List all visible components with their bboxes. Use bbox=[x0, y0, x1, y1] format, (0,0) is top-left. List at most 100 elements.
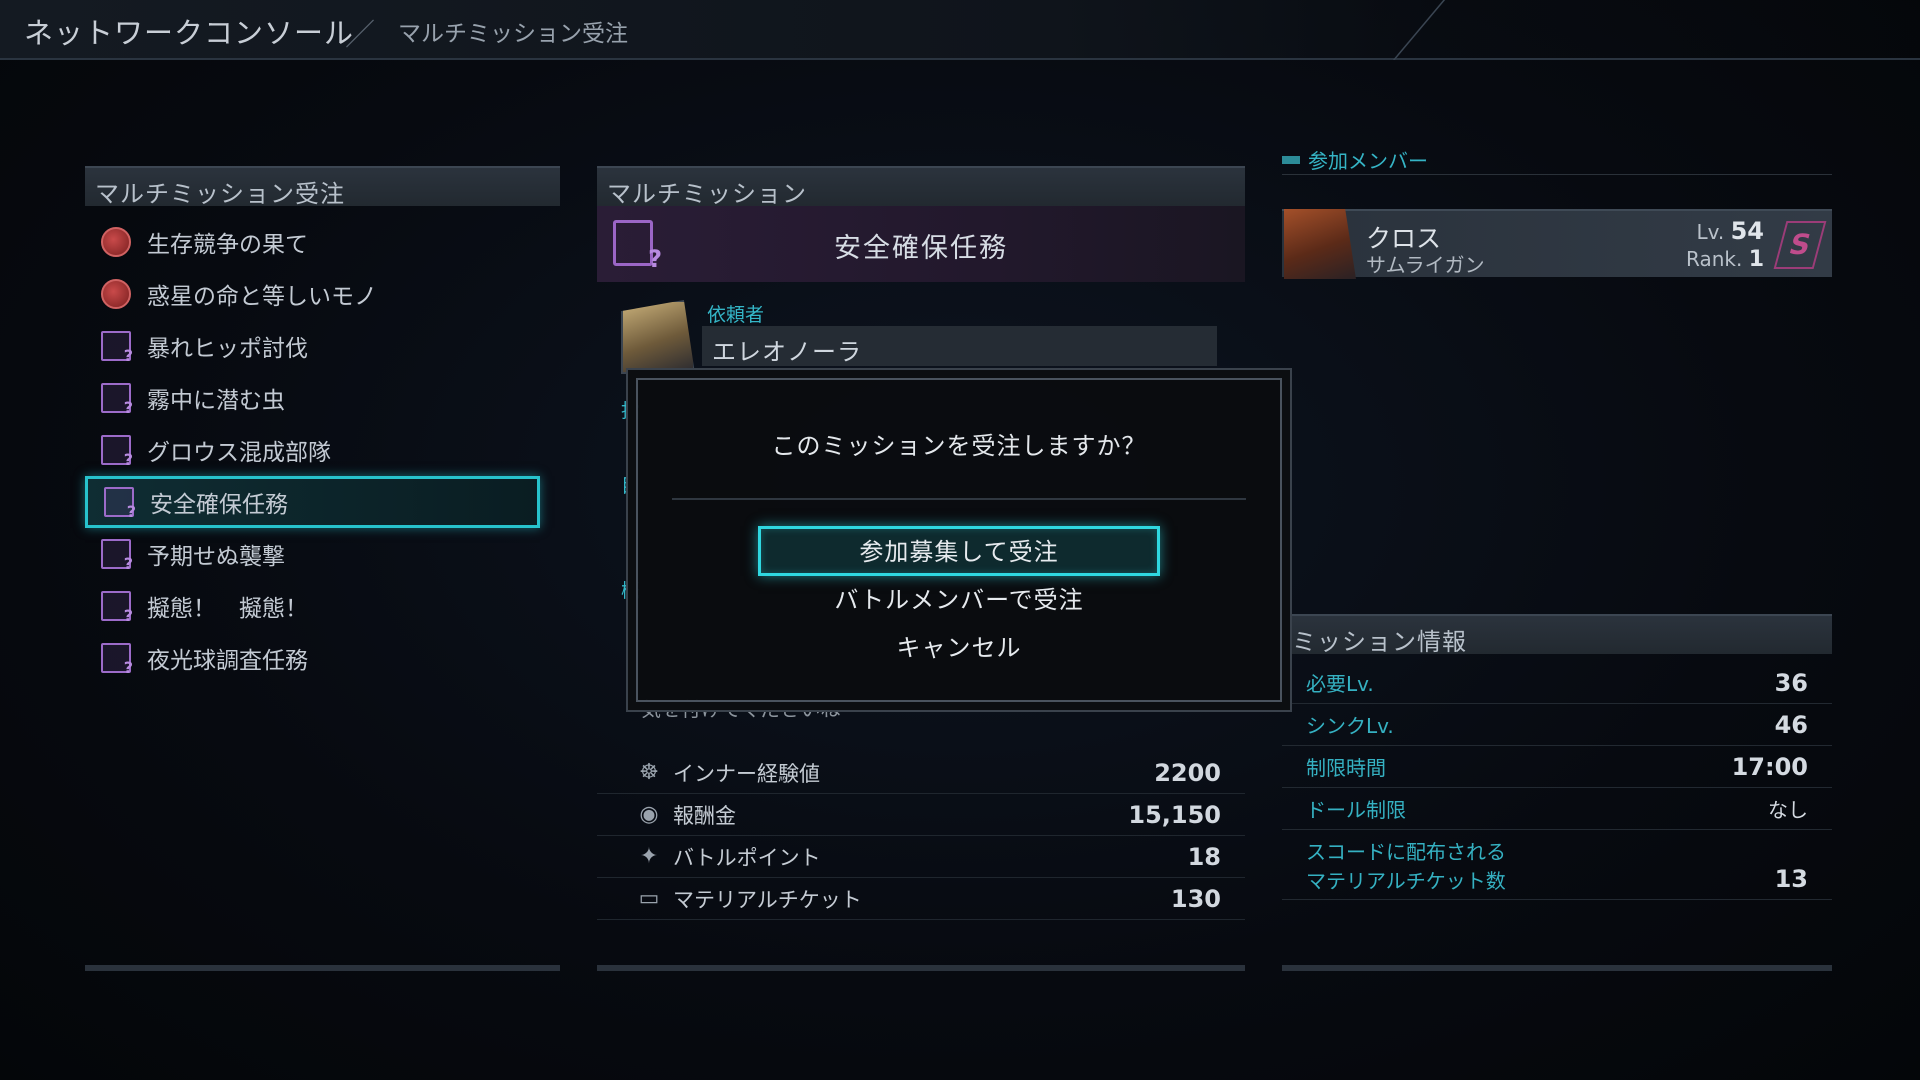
member-rank: Rank. 1 bbox=[1686, 247, 1764, 272]
info-row: シンクLv. 46 bbox=[1282, 704, 1832, 746]
info-row-label: 必要Lv. bbox=[1306, 672, 1374, 696]
mission-list-panel: マルチミッション受注 生存競争の果て惑星の命と等しいモノ暴れヒッポ討伐霧中に潜む… bbox=[85, 166, 560, 971]
mission-item-label: 夜光球調査任務 bbox=[147, 648, 308, 674]
header-decoration bbox=[1314, 0, 1446, 60]
document-icon bbox=[101, 539, 133, 573]
header-bar: ネットワークコンソール ／ マルチミッション受注 bbox=[0, 0, 1920, 60]
mission-item-label: 惑星の命と等しいモノ bbox=[147, 284, 377, 310]
reward-row: ◉ 報酬金 15,150 bbox=[597, 794, 1245, 836]
mission-info-title: ミッション情報 bbox=[1282, 614, 1832, 656]
label-line-1: スコードに配布される bbox=[1306, 839, 1506, 864]
mission-item-label: 暴れヒッポ討伐 bbox=[147, 336, 308, 362]
reward-label: 報酬金 bbox=[673, 803, 736, 828]
document-icon bbox=[101, 383, 133, 417]
battle-point-icon: ✦ bbox=[639, 844, 659, 869]
reward-label: インナー経験値 bbox=[673, 761, 820, 786]
mission-name: 安全確保任務 bbox=[834, 233, 1008, 264]
info-row: 制限時間 17:00 bbox=[1282, 746, 1832, 788]
document-icon bbox=[101, 591, 133, 625]
mission-item-label: グロウス混成部隊 bbox=[147, 440, 331, 466]
accept-with-recruit-button[interactable]: 参加募集して受注 bbox=[758, 526, 1160, 576]
rank-label: Rank. bbox=[1686, 247, 1743, 271]
mission-item[interactable]: 暴れヒッポ討伐 bbox=[85, 320, 560, 372]
ticket-icon: ▭ bbox=[638, 886, 660, 911]
globe-icon bbox=[101, 227, 131, 257]
info-row-label: シンクLv. bbox=[1306, 714, 1394, 738]
member-avatar bbox=[1284, 209, 1356, 279]
reward-value: 18 bbox=[1187, 842, 1221, 871]
info-row: 必要Lv. 36 bbox=[1282, 662, 1832, 704]
panel-footer bbox=[1282, 965, 1832, 971]
document-icon bbox=[101, 331, 133, 365]
info-row-label: スコードに配布される マテリアルチケット数 bbox=[1306, 836, 1775, 894]
info-row: ドール制限 なし bbox=[1282, 788, 1832, 830]
mission-item[interactable]: 予期せぬ襲撃 bbox=[85, 528, 560, 580]
info-row-label: ドール制限 bbox=[1306, 798, 1406, 822]
info-row-label: 制限時間 bbox=[1306, 756, 1386, 780]
reward-label: マテリアルチケット bbox=[673, 887, 862, 912]
member-panel-title: 参加メンバー bbox=[1308, 149, 1428, 173]
mission-item[interactable]: 擬態！ 擬態！ bbox=[85, 580, 560, 632]
info-row-value: 46 bbox=[1774, 710, 1808, 739]
member-panel: 参加メンバー クロス サムライガン Lv. 54 Rank. 1 S bbox=[1282, 145, 1832, 280]
mission-title-bar: 安全確保任務 bbox=[597, 206, 1245, 282]
mission-item[interactable]: グロウス混成部隊 bbox=[85, 424, 560, 476]
reward-row: ✦ バトルポイント 18 bbox=[597, 836, 1245, 878]
dialog-question: このミッションを受注しますか？ bbox=[771, 432, 1147, 460]
mission-info-rows: 必要Lv. 36 シンクLv. 46 制限時間 17:00 ドール制限 なし bbox=[1282, 662, 1832, 830]
label-line-2: マテリアルチケット数 bbox=[1306, 868, 1506, 893]
member-class: サムライガン bbox=[1366, 253, 1485, 277]
client-section: 依頼者 エレオノーラ bbox=[597, 282, 1245, 374]
mission-item-label: 擬態！ 擬態！ bbox=[147, 596, 308, 622]
class-emblem-icon: S bbox=[1773, 221, 1827, 269]
level-value: 54 bbox=[1730, 217, 1764, 245]
mission-info-panel: ミッション情報 必要Lv. 36 シンクLv. 46 制限時間 17:00 ドール制限 なし … bbox=[1282, 614, 1832, 971]
level-label: Lv. bbox=[1696, 220, 1725, 244]
reward-label: バトルポイント bbox=[673, 845, 821, 870]
document-icon bbox=[101, 435, 133, 469]
mission-item[interactable]: 惑星の命と等しいモノ bbox=[85, 268, 560, 320]
experience-icon: ☸ bbox=[639, 760, 659, 785]
member-card[interactable]: クロス サムライガン Lv. 54 Rank. 1 S bbox=[1282, 209, 1832, 279]
mission-detail-title: マルチミッション bbox=[597, 166, 1245, 208]
info-row-value: 17:00 bbox=[1731, 752, 1808, 781]
client-name: エレオノーラ bbox=[702, 326, 1217, 366]
document-icon bbox=[101, 643, 133, 677]
panel-footer bbox=[85, 965, 560, 971]
reward-value: 2200 bbox=[1154, 758, 1221, 787]
confirm-dialog: このミッションを受注しますか？ 参加募集して受注 バトルメンバーで受注 キャンセ… bbox=[636, 378, 1282, 702]
info-row-value: 36 bbox=[1774, 668, 1808, 697]
accept-with-battle-members-button[interactable]: バトルメンバーで受注 bbox=[638, 580, 1280, 615]
rank-value: 1 bbox=[1748, 247, 1764, 272]
mission-item-label: 安全確保任務 bbox=[150, 492, 288, 518]
mission-item[interactable]: 生存競争の果て bbox=[85, 216, 560, 268]
client-portrait bbox=[621, 300, 695, 374]
reward-value: 130 bbox=[1170, 884, 1221, 913]
info-row-ticket-count: スコードに配布される マテリアルチケット数 13 bbox=[1282, 830, 1832, 900]
member-level: Lv. 54 bbox=[1696, 217, 1764, 245]
mission-item[interactable]: 夜光球調査任務 bbox=[85, 632, 560, 684]
member-panel-header: 参加メンバー bbox=[1282, 145, 1832, 175]
panel-footer bbox=[597, 965, 1245, 971]
mission-item[interactable]: 安全確保任務 bbox=[85, 476, 540, 528]
reward-list: ☸ インナー経験値 2200 ◉ 報酬金 15,150 ✦ バトルポイント 18 ▭ マテリアルチケ… bbox=[597, 752, 1245, 920]
breadcrumb-current: マルチミッション受注 bbox=[398, 21, 628, 47]
globe-icon bbox=[101, 279, 131, 309]
breadcrumb-separator: ／ bbox=[345, 18, 375, 53]
mission-item-label: 生存競争の果て bbox=[147, 232, 308, 258]
cancel-button[interactable]: キャンセル bbox=[638, 628, 1280, 663]
console-title: ネットワークコンソール bbox=[24, 16, 355, 50]
mission-item-label: 予期せぬ襲撃 bbox=[147, 544, 285, 570]
info-row-value: 13 bbox=[1774, 864, 1808, 893]
coin-icon: ◉ bbox=[639, 802, 659, 827]
mission-list: 生存競争の果て惑星の命と等しいモノ暴れヒッポ討伐霧中に潜む虫グロウス混成部隊安全… bbox=[85, 216, 560, 684]
mission-item-label: 霧中に潜む虫 bbox=[147, 388, 285, 414]
mission-list-title: マルチミッション受注 bbox=[85, 166, 560, 208]
mission-item[interactable]: 霧中に潜む虫 bbox=[85, 372, 560, 424]
reward-value: 15,150 bbox=[1128, 800, 1221, 829]
client-label: 依頼者 bbox=[707, 304, 765, 326]
dialog-divider bbox=[672, 498, 1246, 500]
reward-row: ▭ マテリアルチケット 130 bbox=[597, 878, 1245, 920]
reward-row: ☸ インナー経験値 2200 bbox=[597, 752, 1245, 794]
header-marker bbox=[1282, 155, 1300, 164]
